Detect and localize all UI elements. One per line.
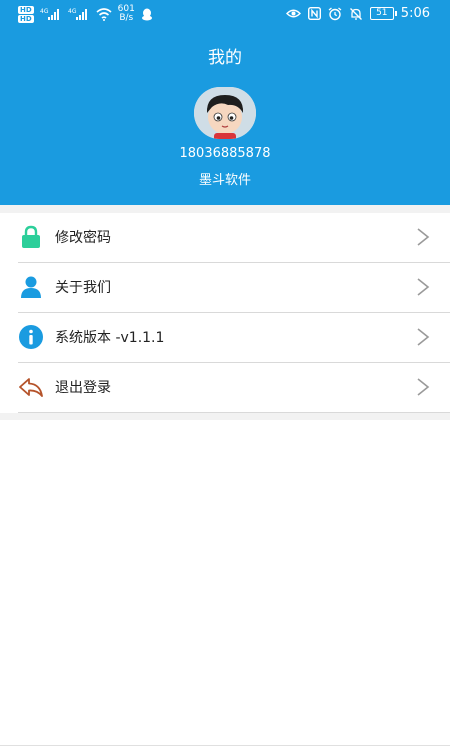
clock: 5:06: [400, 6, 430, 21]
avatar-cartoon-icon: [194, 87, 256, 139]
alarm-icon: [328, 6, 342, 20]
net-label-1: 4G: [40, 8, 49, 15]
signal-icon-1: 4G: [40, 8, 59, 20]
status-bar: HD HD 4G 4G 601 B/s 51 5:06: [0, 0, 450, 30]
menu-item-label: 退出登录: [55, 380, 111, 396]
chevron-right-icon: [417, 328, 430, 346]
chevron-right-icon: [417, 378, 430, 396]
hd-label-1: HD: [18, 5, 34, 14]
section-spacer-top: [0, 205, 450, 213]
page-title: 我的: [208, 48, 242, 68]
net-label-2: 4G: [68, 8, 77, 15]
user-phone: 18036885878: [179, 146, 271, 161]
menu-item-system-version[interactable]: 系统版本 -v1.1.1: [18, 313, 450, 363]
menu-item-label: 修改密码: [55, 230, 111, 246]
status-left: HD HD 4G 4G 601 B/s: [18, 5, 153, 23]
user-icon: [21, 276, 41, 298]
hd-badge: HD HD: [18, 5, 34, 23]
logout-icon: [19, 378, 43, 397]
chevron-right-icon: [417, 278, 430, 296]
eye-icon: [285, 9, 301, 18]
battery-icon: 51: [369, 7, 397, 20]
menu-item-about-us[interactable]: 关于我们: [18, 263, 450, 313]
qq-notification-icon: [141, 8, 152, 20]
settings-menu: 修改密码 关于我们 系统版本 -v1.1.1 退出登录: [0, 213, 450, 413]
wifi-icon: [96, 7, 112, 21]
menu-item-logout[interactable]: 退出登录: [18, 363, 450, 413]
info-icon: [19, 325, 43, 349]
battery-level: 51: [376, 8, 388, 18]
user-company: 墨斗软件: [198, 173, 251, 188]
menu-item-label: 关于我们: [55, 280, 111, 296]
profile-header: HD HD 4G 4G 601 B/s 51 5:06 我的 180368858…: [0, 0, 450, 205]
chevron-right-icon: [417, 228, 430, 246]
network-speed-unit: B/s: [119, 13, 134, 23]
network-speed: 601 B/s: [118, 5, 135, 23]
signal-icon-2: 4G: [68, 8, 87, 20]
mute-bell-icon: [349, 7, 362, 20]
nfc-icon: [307, 7, 321, 20]
hd-label-2: HD: [18, 14, 34, 23]
lock-icon: [22, 225, 40, 248]
avatar[interactable]: [194, 87, 256, 139]
status-right: 51 5:06: [285, 6, 430, 21]
menu-item-label: 系统版本 -v1.1.1: [55, 330, 165, 346]
menu-item-change-password[interactable]: 修改密码: [18, 213, 450, 263]
bottom-divider: [0, 745, 450, 746]
section-spacer-bottom: [0, 413, 450, 420]
